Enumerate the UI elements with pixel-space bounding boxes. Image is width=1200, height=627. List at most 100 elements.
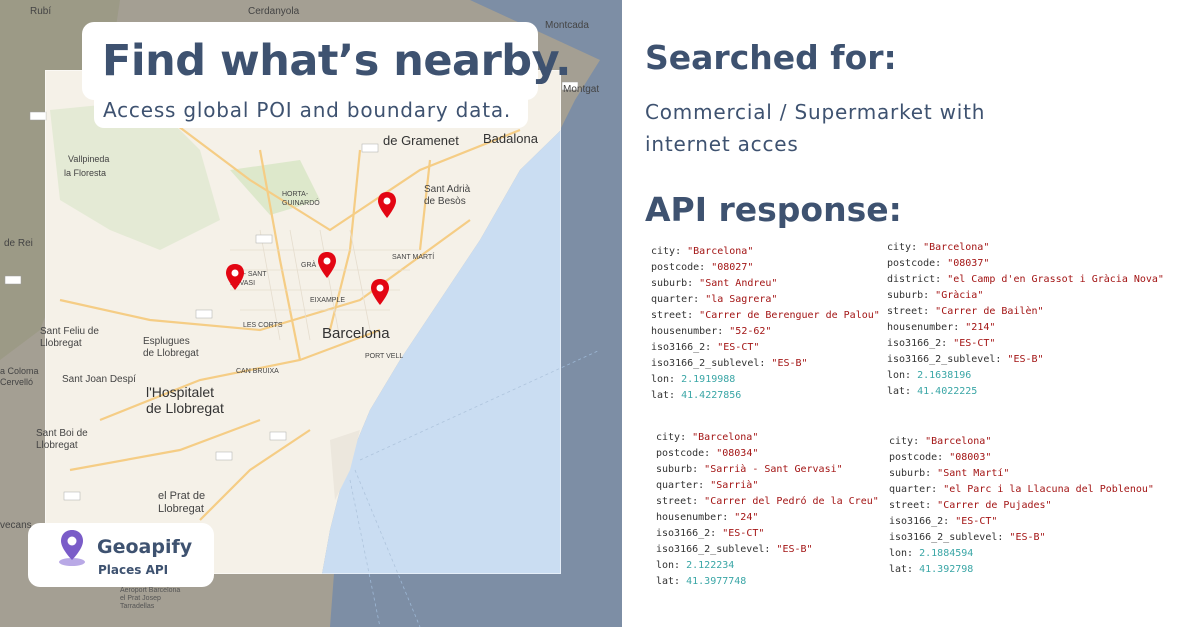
response-key: iso3166_2_sublevel: — [887, 354, 1008, 365]
response-key: iso3166_2_sublevel: — [889, 532, 1010, 543]
response-value: "ES-CT" — [717, 342, 760, 353]
map-panel[interactable]: Rubí Cerdanyola Montcada Montgat de Gram… — [0, 0, 622, 627]
response-key: city: — [887, 242, 924, 253]
response-field: housenumber: "52-62" — [651, 324, 880, 340]
response-key: suburb: — [887, 290, 936, 301]
response-key: street: — [889, 500, 938, 511]
map-label: la Floresta — [64, 168, 107, 178]
response-key: suburb: — [656, 464, 705, 475]
response-value: 41.392798 — [919, 564, 974, 575]
response-key: quarter: — [656, 480, 711, 491]
response-value: 41.4227856 — [681, 390, 742, 401]
response-value: "ES-B" — [771, 358, 808, 369]
response-value: "Barcelona" — [923, 242, 990, 253]
response-value: "ES-B" — [1007, 354, 1044, 365]
response-value: "52-62" — [729, 326, 772, 337]
hero-title: Find what’s nearby. — [102, 36, 571, 86]
response-field: iso3166_2: "ES-CT" — [887, 336, 1164, 352]
map-label: Sant Boi de Llobregat — [36, 428, 88, 451]
response-heading: API response: — [645, 190, 902, 229]
response-key: housenumber: — [656, 512, 735, 523]
response-key: lon: — [889, 548, 920, 559]
response-field: city: "Barcelona" — [889, 434, 1154, 450]
response-value: "Carrer de Bailèn" — [935, 306, 1044, 317]
map-label: Sant Feliu de Llobregat — [40, 326, 99, 349]
response-value: "Barcelona" — [925, 436, 992, 447]
response-field: lon: 2.1919988 — [651, 372, 880, 388]
response-key: postcode: — [651, 262, 712, 273]
response-value: "ES-B" — [1009, 532, 1046, 543]
response-key: suburb: — [889, 468, 938, 479]
response-value: "Barcelona" — [692, 432, 759, 443]
map-label: Barcelona — [322, 325, 390, 342]
search-query: Commercial / Supermarket with internet a… — [645, 96, 1045, 160]
api-result: city: "Barcelona" postcode: "08027" suburb… — [651, 244, 880, 404]
response-value: "el Camp d'en Grassot i Gràcia Nova" — [947, 274, 1164, 285]
map-label: LES CORTS — [243, 322, 283, 329]
response-key: lat: — [887, 386, 918, 397]
map-label: GRÀ — [301, 262, 317, 269]
map-label: Badalona — [483, 131, 538, 146]
response-key: quarter: — [651, 294, 706, 305]
response-key: lat: — [651, 390, 682, 401]
response-key: postcode: — [889, 452, 950, 463]
response-value: "ES-CT" — [953, 338, 996, 349]
response-field: housenumber: "24" — [656, 510, 879, 526]
response-field: street: "Carrer de Bailèn" — [887, 304, 1164, 320]
map-label: a Coloma Cervelló — [0, 366, 39, 387]
response-key: quarter: — [889, 484, 944, 495]
response-value: "Sarrià - Sant Gervasi" — [704, 464, 843, 475]
poi-marker[interactable] — [318, 252, 336, 278]
response-value: "08027" — [711, 262, 754, 273]
response-key: iso3166_2: — [656, 528, 723, 539]
response-value: "el Parc i la Llacuna del Poblenou" — [943, 484, 1154, 495]
response-field: suburb: "Sant Martí" — [889, 466, 1154, 482]
map-label: de Rei — [4, 238, 33, 249]
response-value: "214" — [965, 322, 996, 333]
map-label: Montcada — [545, 20, 589, 31]
response-value: 41.3977748 — [686, 576, 747, 587]
map-label: Esplugues de Llobregat — [143, 336, 199, 359]
map-label: Cerdanyola — [248, 6, 300, 17]
poi-marker[interactable] — [378, 192, 396, 218]
hero-subtitle: Access global POI and boundary data. — [103, 98, 512, 122]
response-field: suburb: "Gràcia" — [887, 288, 1164, 304]
response-key: iso3166_2_sublevel: — [651, 358, 772, 369]
poi-marker[interactable] — [226, 264, 244, 290]
search-query-line: internet acces — [645, 132, 799, 156]
response-field: iso3166_2_sublevel: "ES-B" — [651, 356, 880, 372]
map-label: el Prat de Llobregat — [158, 490, 206, 515]
response-field: street: "Carrer de Berenguer de Palou" — [651, 308, 880, 324]
response-key: city: — [656, 432, 693, 443]
response-field: district: "el Camp d'en Grassot i Gràcia… — [887, 272, 1164, 288]
response-field: quarter: "el Parc i la Llacuna del Poble… — [889, 482, 1154, 498]
response-key: iso3166_2: — [651, 342, 718, 353]
response-field: suburb: "Sarrià - Sant Gervasi" — [656, 462, 879, 478]
map-label: Aeroport Barcelona el Prat Josep Tarrade… — [120, 587, 181, 610]
response-field: housenumber: "214" — [887, 320, 1164, 336]
response-field: quarter: "Sarrià" — [656, 478, 879, 494]
response-key: iso3166_2: — [889, 516, 956, 527]
map-label: Rubí — [30, 6, 52, 17]
map-label: de Gramenet — [383, 133, 459, 148]
response-field: lon: 2.122234 — [656, 558, 879, 574]
search-heading: Searched for: — [645, 38, 897, 77]
response-value: "08003" — [949, 452, 992, 463]
response-field: lat: 41.4227856 — [651, 388, 880, 404]
response-key: street: — [887, 306, 936, 317]
response-value: "08037" — [947, 258, 990, 269]
response-field: street: "Carrer del Pedró de la Creu" — [656, 494, 879, 510]
response-key: postcode: — [887, 258, 948, 269]
response-key: iso3166_2_sublevel: — [656, 544, 777, 555]
response-value: "Sant Martí" — [937, 468, 1010, 479]
response-key: street: — [656, 496, 705, 507]
map-label: Vallpineda — [68, 154, 110, 164]
response-key: lat: — [656, 576, 687, 587]
poi-marker[interactable] — [371, 279, 389, 305]
response-field: iso3166_2_sublevel: "ES-B" — [887, 352, 1164, 368]
response-key: iso3166_2: — [887, 338, 954, 349]
response-key: city: — [651, 246, 688, 257]
response-value: "ES-CT" — [722, 528, 765, 539]
response-value: 41.4022225 — [917, 386, 978, 397]
api-result: city: "Barcelona" postcode: "08003" suburb… — [889, 434, 1154, 578]
